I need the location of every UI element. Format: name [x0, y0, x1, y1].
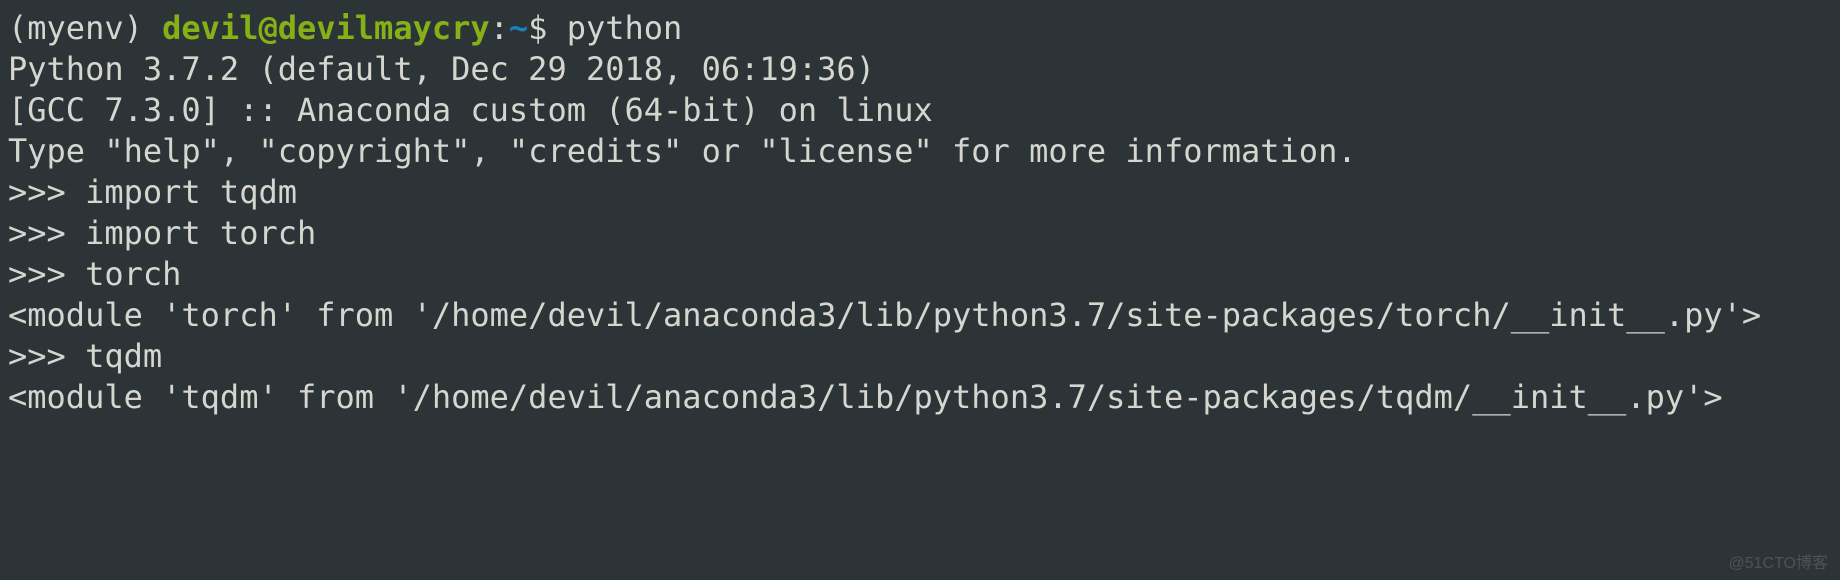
command-text: python — [567, 9, 683, 47]
venv-indicator: (myenv) — [8, 9, 162, 47]
repl-input: torch — [85, 255, 181, 293]
repl-input: import tqdm — [85, 173, 297, 211]
prompt-dollar: $ — [528, 9, 567, 47]
repl-input: tqdm — [85, 337, 162, 375]
repl-line: >>> import torch — [8, 213, 1832, 254]
repl-line: >>> torch — [8, 254, 1832, 295]
python-compiler-line: [GCC 7.3.0] :: Anaconda custom (64-bit) … — [8, 90, 1832, 131]
user-host: devil@devilmaycry — [162, 9, 490, 47]
shell-prompt-line: (myenv) devil@devilmaycry:~$ python — [8, 8, 1832, 49]
repl-output: <module 'tqdm' from '/home/devil/anacond… — [8, 377, 1832, 418]
repl-prompt: >>> — [8, 337, 85, 375]
repl-prompt: >>> — [8, 214, 85, 252]
python-version-line: Python 3.7.2 (default, Dec 29 2018, 06:1… — [8, 49, 1832, 90]
repl-prompt: >>> — [8, 255, 85, 293]
prompt-path: ~ — [509, 9, 528, 47]
repl-prompt: >>> — [8, 173, 85, 211]
python-help-line: Type "help", "copyright", "credits" or "… — [8, 131, 1832, 172]
terminal[interactable]: (myenv) devil@devilmaycry:~$ python Pyth… — [8, 8, 1832, 418]
repl-line: >>> import tqdm — [8, 172, 1832, 213]
repl-output: <module 'torch' from '/home/devil/anacon… — [8, 295, 1832, 336]
watermark: @51CTO博客 — [1728, 554, 1828, 574]
repl-line: >>> tqdm — [8, 336, 1832, 377]
repl-input: import torch — [85, 214, 316, 252]
prompt-colon: : — [490, 9, 509, 47]
